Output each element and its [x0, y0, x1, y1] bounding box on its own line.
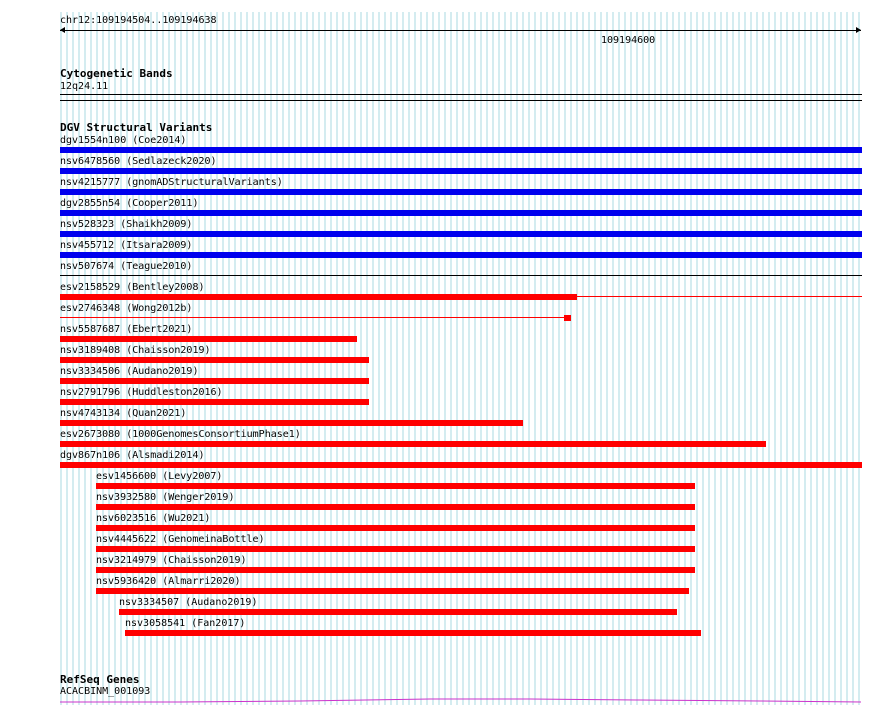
dgv-variant-label[interactable]: nsv5587687 (Ebert2021)	[60, 324, 192, 335]
ruler-tick-label: 109194600	[601, 35, 656, 46]
dgv-variant-label[interactable]: dgv1554n100 (Coe2014)	[60, 135, 186, 146]
cytoband-line[interactable]	[60, 94, 862, 95]
dgv-variant-bar[interactable]	[60, 462, 862, 468]
dgv-variant-label[interactable]: nsv4215777 (gnomADStructuralVariants)	[60, 177, 283, 188]
cytobands-track-title[interactable]: Cytogenetic Bands	[60, 68, 173, 80]
refseq-track-title[interactable]: RefSeq Genes	[60, 674, 139, 686]
dgv-variant-label[interactable]: nsv3334506 (Audano2019)	[60, 366, 198, 377]
dgv-variant-label[interactable]: nsv6478560 (Sedlazeck2020)	[60, 156, 217, 167]
dgv-variant-bar[interactable]	[60, 231, 862, 237]
dgv-variant-bar[interactable]	[119, 609, 677, 615]
dgv-variant-label[interactable]: nsv3058541 (Fan2017)	[125, 618, 245, 629]
dgv-variant-bar[interactable]	[96, 588, 689, 594]
dgv-variant-bar[interactable]	[60, 252, 862, 258]
dgv-variant-span-line[interactable]	[60, 275, 862, 276]
dgv-variant-label[interactable]: nsv6023516 (Wu2021)	[96, 513, 210, 524]
cytoband-label[interactable]: 12q24.11	[60, 81, 108, 92]
dgv-variant-label[interactable]: dgv867n106 (Alsmadi2014)	[60, 450, 205, 461]
dgv-variant-span-line[interactable]	[60, 317, 564, 318]
dgv-variant-label[interactable]: nsv3189408 (Chaisson2019)	[60, 345, 211, 356]
dgv-variant-bar[interactable]	[125, 630, 701, 636]
ruler-axis	[60, 30, 861, 31]
dgv-variant-label[interactable]: nsv507674 (Teague2010)	[60, 261, 192, 272]
ruler-range-label: chr12:109194504..109194638	[60, 15, 217, 26]
dgv-variant-label[interactable]: nsv4743134 (Quan2021)	[60, 408, 186, 419]
dgv-variant-bar[interactable]	[96, 546, 695, 552]
dgv-variant-bar[interactable]	[60, 378, 369, 384]
dgv-variant-bar[interactable]	[96, 525, 695, 531]
dgv-track-title[interactable]: DGV Structural Variants	[60, 122, 212, 134]
dgv-variant-label[interactable]: esv1456600 (Levy2007)	[96, 471, 222, 482]
dgv-variant-label[interactable]: nsv455712 (Itsara2009)	[60, 240, 192, 251]
dgv-variant-bar[interactable]	[60, 420, 523, 426]
dgv-variant-label[interactable]: nsv4445622 (GenomeinaBottle)	[96, 534, 265, 545]
dgv-variant-bar[interactable]	[96, 483, 695, 489]
dgv-variant-label[interactable]: esv2673080 (1000GenomesConsortiumPhase1)	[60, 429, 301, 440]
ruler-right-arrow-icon	[856, 27, 861, 33]
dgv-variant-bar[interactable]	[564, 315, 571, 321]
dgv-variant-label[interactable]: dgv2855n54 (Cooper2011)	[60, 198, 198, 209]
dgv-variant-bar[interactable]	[96, 567, 695, 573]
dgv-variant-span-line[interactable]	[577, 296, 862, 297]
dgv-variant-bar[interactable]	[60, 399, 369, 405]
dgv-variant-bar[interactable]	[60, 294, 577, 300]
dgv-variant-bar[interactable]	[60, 441, 766, 447]
ruler-left-arrow-icon	[60, 27, 65, 33]
dgv-variant-bar[interactable]	[60, 210, 862, 216]
dgv-variant-label[interactable]: nsv3334507 (Audano2019)	[119, 597, 257, 608]
dgv-variant-bar[interactable]	[96, 504, 695, 510]
dgv-variant-bar[interactable]	[60, 147, 862, 153]
dgv-variant-bar[interactable]	[60, 168, 862, 174]
dgv-variant-label[interactable]: nsv3932580 (Wenger2019)	[96, 492, 234, 503]
dgv-variant-label[interactable]: esv2746348 (Wong2012b)	[60, 303, 192, 314]
dgv-variant-label[interactable]: nsv528323 (Shaikh2009)	[60, 219, 192, 230]
dgv-variant-label[interactable]: nsv3214979 (Chaisson2019)	[96, 555, 247, 566]
dgv-variant-bar[interactable]	[60, 357, 369, 363]
dgv-variant-label[interactable]: nsv5936420 (Almarri2020)	[96, 576, 241, 587]
dgv-variant-bar[interactable]	[60, 189, 862, 195]
dgv-variant-label[interactable]: esv2158529 (Bentley2008)	[60, 282, 205, 293]
dgv-variant-label[interactable]: nsv2791796 (Huddleston2016)	[60, 387, 223, 398]
dgv-variant-bar[interactable]	[60, 336, 357, 342]
refseq-gene-line[interactable]	[60, 696, 862, 704]
track-separator	[60, 100, 862, 101]
